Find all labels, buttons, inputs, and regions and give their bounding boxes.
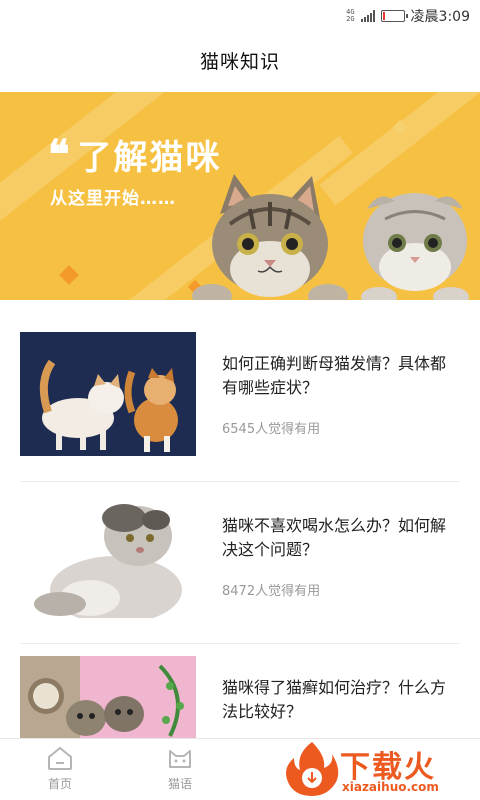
article-item[interactable]: 猫咪不喜欢喝水怎么办？如何解决这个问题？ 8472人觉得有用 (20, 494, 460, 644)
banner-title-text: 了解猫咪 (77, 138, 222, 178)
network-type: 4G 2G (346, 9, 354, 23)
status-time: 凌晨3:09 (410, 9, 470, 25)
article-title: 猫咪得了猫癣如何治疗？什么方法比较好？ (222, 678, 447, 721)
decor-diamond (59, 265, 79, 285)
nav-label-cat-language: 猫语 (167, 777, 192, 791)
article-title: 如何正确判断母猫发情？具体都有哪些症状？ (222, 354, 447, 397)
article-thumbnail (20, 494, 196, 618)
battery-icon (380, 10, 408, 22)
tabby-cat-illustration (192, 174, 348, 300)
status-bar: 4G 2G 凌晨3:09 (0, 0, 480, 32)
article-item[interactable]: 如何正确判断母猫发情？具体都有哪些症状？ 6545人觉得有用 (20, 332, 460, 482)
watermark: 下载火 xiazaihuo.com (282, 736, 480, 800)
home-icon (48, 746, 72, 770)
signal-icon (360, 10, 375, 22)
article-thumbnail (20, 332, 196, 456)
battery-level (382, 12, 385, 20)
watermark-url: xiazaihuo.com (342, 780, 439, 794)
banner-subtitle: 从这里开始…… (50, 189, 176, 209)
flame-logo-icon (286, 742, 339, 796)
page-title: 猫咪知识 (199, 50, 280, 73)
kittens-photo (20, 332, 196, 456)
network-label-bottom: 2G (346, 15, 355, 23)
persian-cat-photo (20, 494, 196, 618)
article-title: 猫咪不喜欢喝水怎么办？如何解决这个问题？ (222, 516, 447, 559)
banner-title: ❝ 了解猫咪 (48, 130, 222, 179)
quote-icon: ❝ (48, 130, 72, 178)
banner[interactable]: ❝ 了解猫咪 从这里开始…… (0, 92, 480, 300)
fold-kitten-illustration (361, 193, 469, 300)
article-helpful-count: 8472人觉得有用 (222, 584, 321, 599)
cat-face-icon (169, 750, 191, 768)
nav-item-home[interactable]: 首页 (30, 745, 90, 797)
app-header: 猫咪知识 (0, 32, 480, 88)
nav-label-home: 首页 (47, 777, 72, 791)
article-helpful-count: 6545人觉得有用 (222, 422, 321, 437)
nav-item-cat-language[interactable]: 猫语 (150, 745, 210, 797)
